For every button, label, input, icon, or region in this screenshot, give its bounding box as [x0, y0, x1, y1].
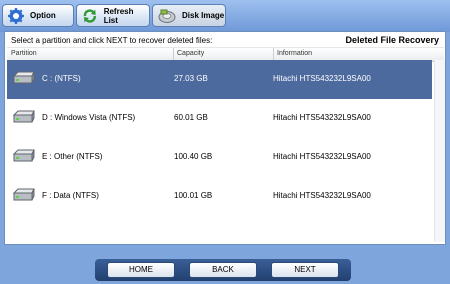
refresh-icon	[83, 8, 96, 23]
refresh-list-label: Refresh List	[103, 6, 134, 25]
partition-information: Hitachi HTS543232L9SA00	[273, 152, 371, 161]
partition-name: F : Data (NTFS)	[42, 191, 99, 200]
home-button[interactable]: HOME	[107, 262, 175, 278]
disk-image-icon	[158, 9, 176, 23]
gear-icon	[8, 7, 24, 24]
partition-information: Hitachi HTS543232L9SA00	[273, 113, 371, 122]
hard-drive-icon	[12, 110, 35, 123]
hard-drive-icon	[12, 71, 35, 84]
partition-capacity: 60.01 GB	[174, 113, 208, 122]
option-label: Option	[30, 11, 56, 20]
partition-capacity: 27.03 GB	[174, 74, 208, 83]
partition-name: D : Windows Vista (NTFS)	[42, 113, 136, 122]
partition-information: Hitachi HTS543232L9SA00	[273, 191, 371, 200]
hard-drive-icon	[12, 188, 35, 201]
back-button[interactable]: BACK	[189, 262, 257, 278]
panel-title: Deleted File Recovery	[345, 35, 439, 45]
partition-panel: Select a partition and click NEXT to rec…	[4, 31, 446, 245]
column-header-partition[interactable]: Partition	[11, 50, 37, 57]
partition-information: Hitachi HTS543232L9SA00	[273, 74, 371, 83]
instruction-text: Select a partition and click NEXT to rec…	[11, 36, 213, 45]
disk-image-label: Disk Image	[182, 11, 225, 20]
navigation-bar: HOME BACK NEXT	[95, 259, 351, 281]
table-row[interactable]: E : Other (NTFS) 100.40 GB Hitachi HTS54…	[7, 138, 432, 177]
vertical-scrollbar[interactable]	[434, 60, 445, 242]
table-row[interactable]: C : (NTFS) 27.03 GB Hitachi HTS543232L9S…	[7, 60, 432, 99]
option-button[interactable]: Option	[2, 4, 74, 27]
partition-name: E : Other (NTFS)	[42, 152, 103, 161]
column-header-capacity[interactable]: Capacity	[177, 50, 204, 57]
partition-capacity: 100.40 GB	[174, 152, 213, 161]
table-row[interactable]: D : Windows Vista (NTFS) 60.01 GB Hitach…	[7, 99, 432, 138]
table-row[interactable]: F : Data (NTFS) 100.01 GB Hitachi HTS543…	[7, 177, 432, 216]
toolbar: Option Refresh List Disk Image	[0, 0, 450, 32]
column-header-information[interactable]: Information	[277, 50, 312, 57]
next-button[interactable]: NEXT	[271, 262, 339, 278]
partition-capacity: 100.01 GB	[174, 191, 213, 200]
hard-drive-icon	[12, 149, 35, 162]
refresh-list-button[interactable]: Refresh List	[76, 4, 150, 27]
disk-image-button[interactable]: Disk Image	[152, 4, 226, 27]
partition-name: C : (NTFS)	[42, 74, 81, 83]
